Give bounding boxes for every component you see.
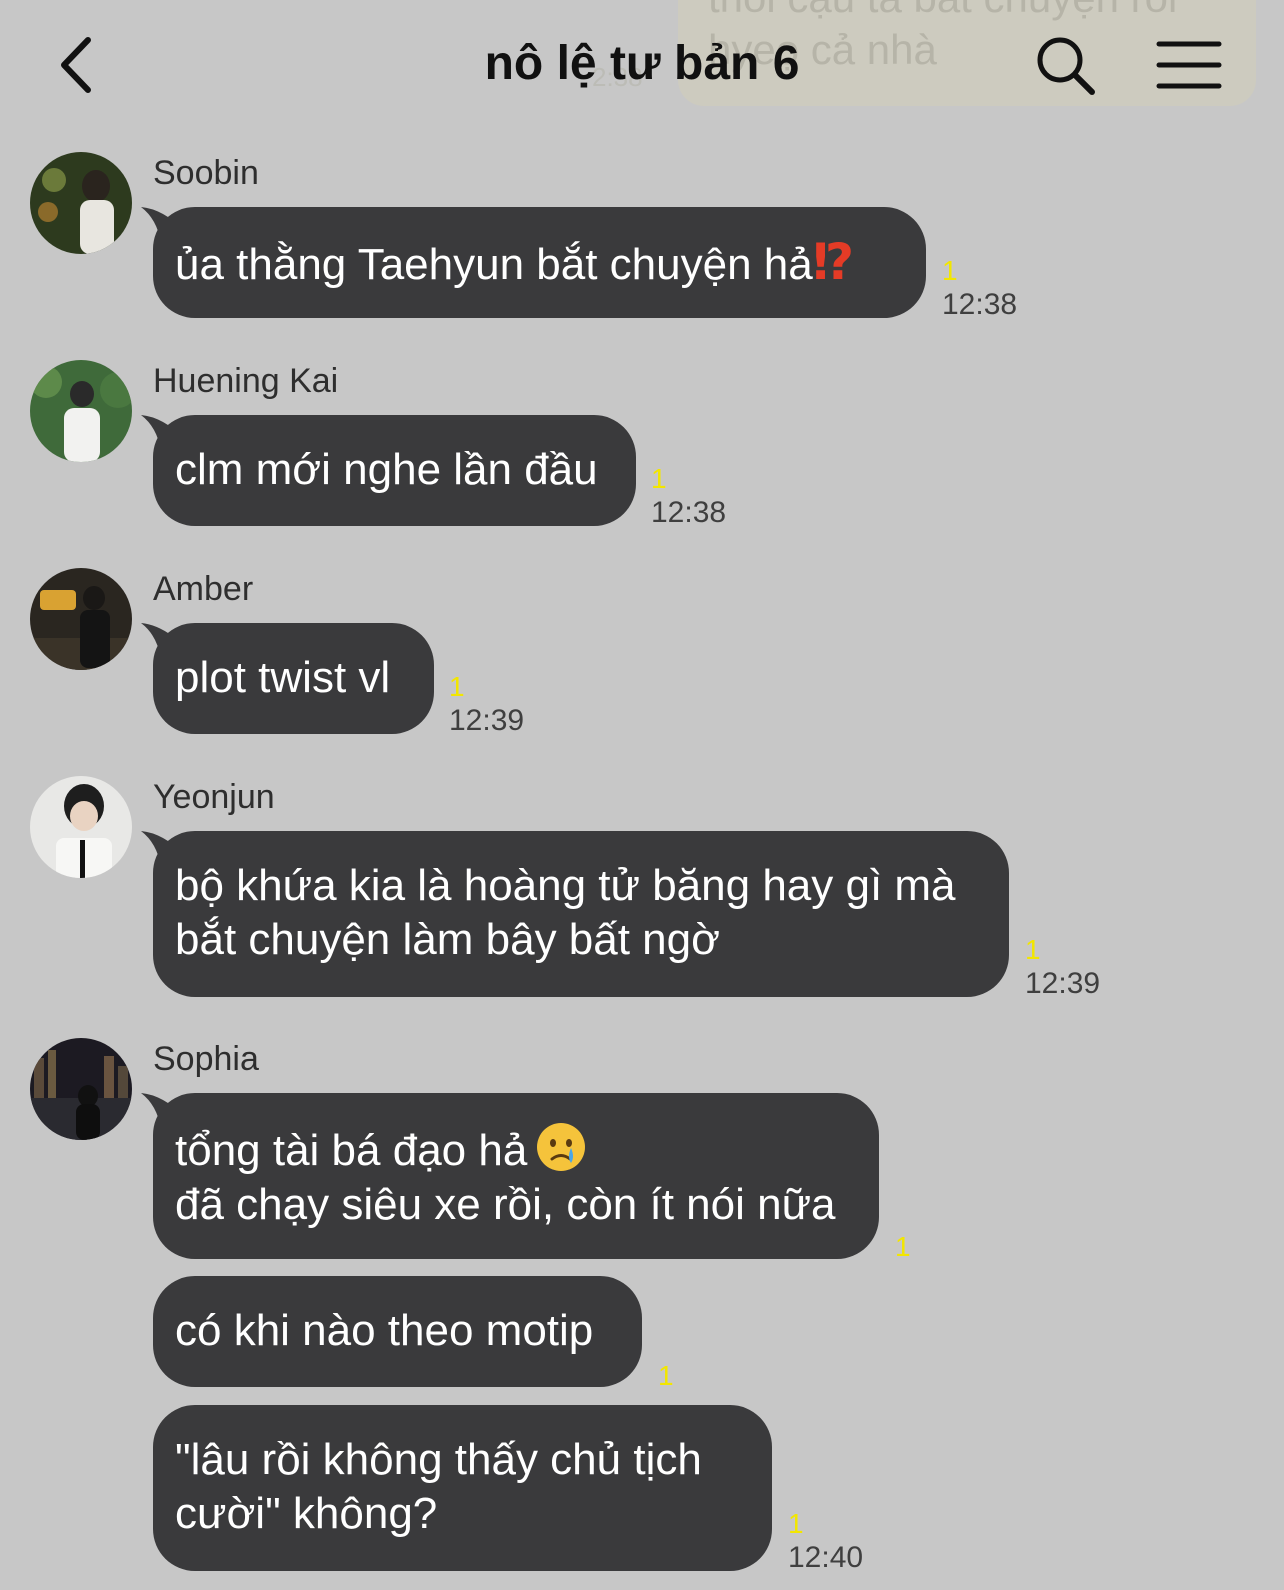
message-meta: 1 12:38 [651, 462, 726, 530]
bubble-tail [141, 831, 185, 867]
bubble-tail [141, 415, 185, 451]
unread-count: 1 [651, 463, 667, 494]
message-text-line-1: tổng tài bá đạo hả [175, 1126, 528, 1175]
unread-count: 1 [942, 255, 958, 286]
hamburger-menu-icon [1156, 41, 1222, 89]
bubble-tail [141, 623, 185, 659]
message-meta: 1 12:39 [1025, 933, 1100, 1001]
timestamp: 12:40 [788, 1541, 864, 1574]
timestamp: 12:38 [942, 288, 1018, 321]
timestamp: 12:39 [1025, 967, 1101, 1000]
message-meta: 1 12:38 [942, 254, 1017, 322]
unread-count: 1 [449, 671, 465, 702]
message-meta: 1 [895, 1230, 911, 1264]
avatar-image [30, 152, 132, 254]
exclamation-question-emoji: ⁉ [812, 234, 854, 290]
message-text-line-1: "lâu rồi không thấy chủ tịch [175, 1435, 702, 1484]
crying-face-icon [537, 1123, 586, 1171]
search-icon [1037, 37, 1095, 95]
sender-name: Amber [153, 570, 254, 608]
unread-count: 1 [1025, 934, 1041, 965]
unread-count: 1 [788, 1508, 804, 1539]
message-meta: 1 12:40 [788, 1507, 863, 1575]
avatar-image [30, 360, 132, 462]
menu-button[interactable] [1156, 38, 1222, 94]
search-button[interactable] [1034, 34, 1098, 98]
timestamp: 12:39 [449, 704, 525, 737]
message-text-line-2: đã chạy siêu xe rồi, còn ít nói nữa [175, 1180, 836, 1229]
avatar-image [30, 568, 132, 670]
timestamp: 12:38 [651, 496, 727, 529]
message-text: clm mới nghe lần đầu [175, 445, 598, 494]
avatar-huening-kai[interactable] [30, 360, 132, 462]
sender-name: Yeonjun [153, 778, 275, 816]
message-bubble[interactable]: clm mới nghe lần đầu [141, 415, 636, 526]
message-bubble[interactable]: "lâu rồi không thấy chủ tịch cười" không… [153, 1405, 772, 1571]
message-meta: 1 12:39 [449, 670, 524, 738]
unread-count: 1 [658, 1360, 674, 1391]
message-bubble[interactable]: plot twist vl [141, 623, 434, 734]
message-bubble[interactable]: ủa thằng Taehyun bắt chuyện hả⁉ [141, 207, 926, 318]
sender-name: Huening Kai [153, 362, 339, 400]
message-text: có khi nào theo motip [175, 1306, 594, 1355]
avatar-amber[interactable] [30, 568, 132, 670]
message-text: plot twist vl [175, 653, 391, 702]
avatar-yeonjun[interactable] [30, 776, 132, 878]
avatar-sophia[interactable] [30, 1038, 132, 1140]
message-text-line-2: cười" không? [175, 1489, 438, 1538]
message-meta: 1 [658, 1359, 674, 1393]
message-text-line-1: bộ khứa kia là hoàng tử băng hay gì mà [175, 861, 956, 910]
sender-name: Soobin [153, 154, 259, 192]
message-bubble[interactable]: có khi nào theo motip [153, 1276, 642, 1387]
message-text: ủa thằng Taehyun bắt chuyện hả [175, 240, 813, 289]
message-text-line-2: bắt chuyện làm bây bất ngờ [175, 915, 720, 964]
message-bubble[interactable]: bộ khứa kia là hoàng tử băng hay gì mà b… [141, 831, 1009, 997]
avatar-image [30, 776, 132, 878]
message-bubble[interactable]: tổng tài bá đạo hả đã chạy siêu xe rồi, … [141, 1093, 879, 1259]
bubble-tail [141, 1093, 185, 1129]
avatar-image [30, 1038, 132, 1140]
unread-count: 1 [895, 1231, 911, 1262]
chat-header: nô lệ tư bản 6 [0, 0, 1284, 135]
avatar-soobin[interactable] [30, 152, 132, 254]
bubble-tail [141, 207, 185, 243]
sender-name: Sophia [153, 1040, 259, 1078]
